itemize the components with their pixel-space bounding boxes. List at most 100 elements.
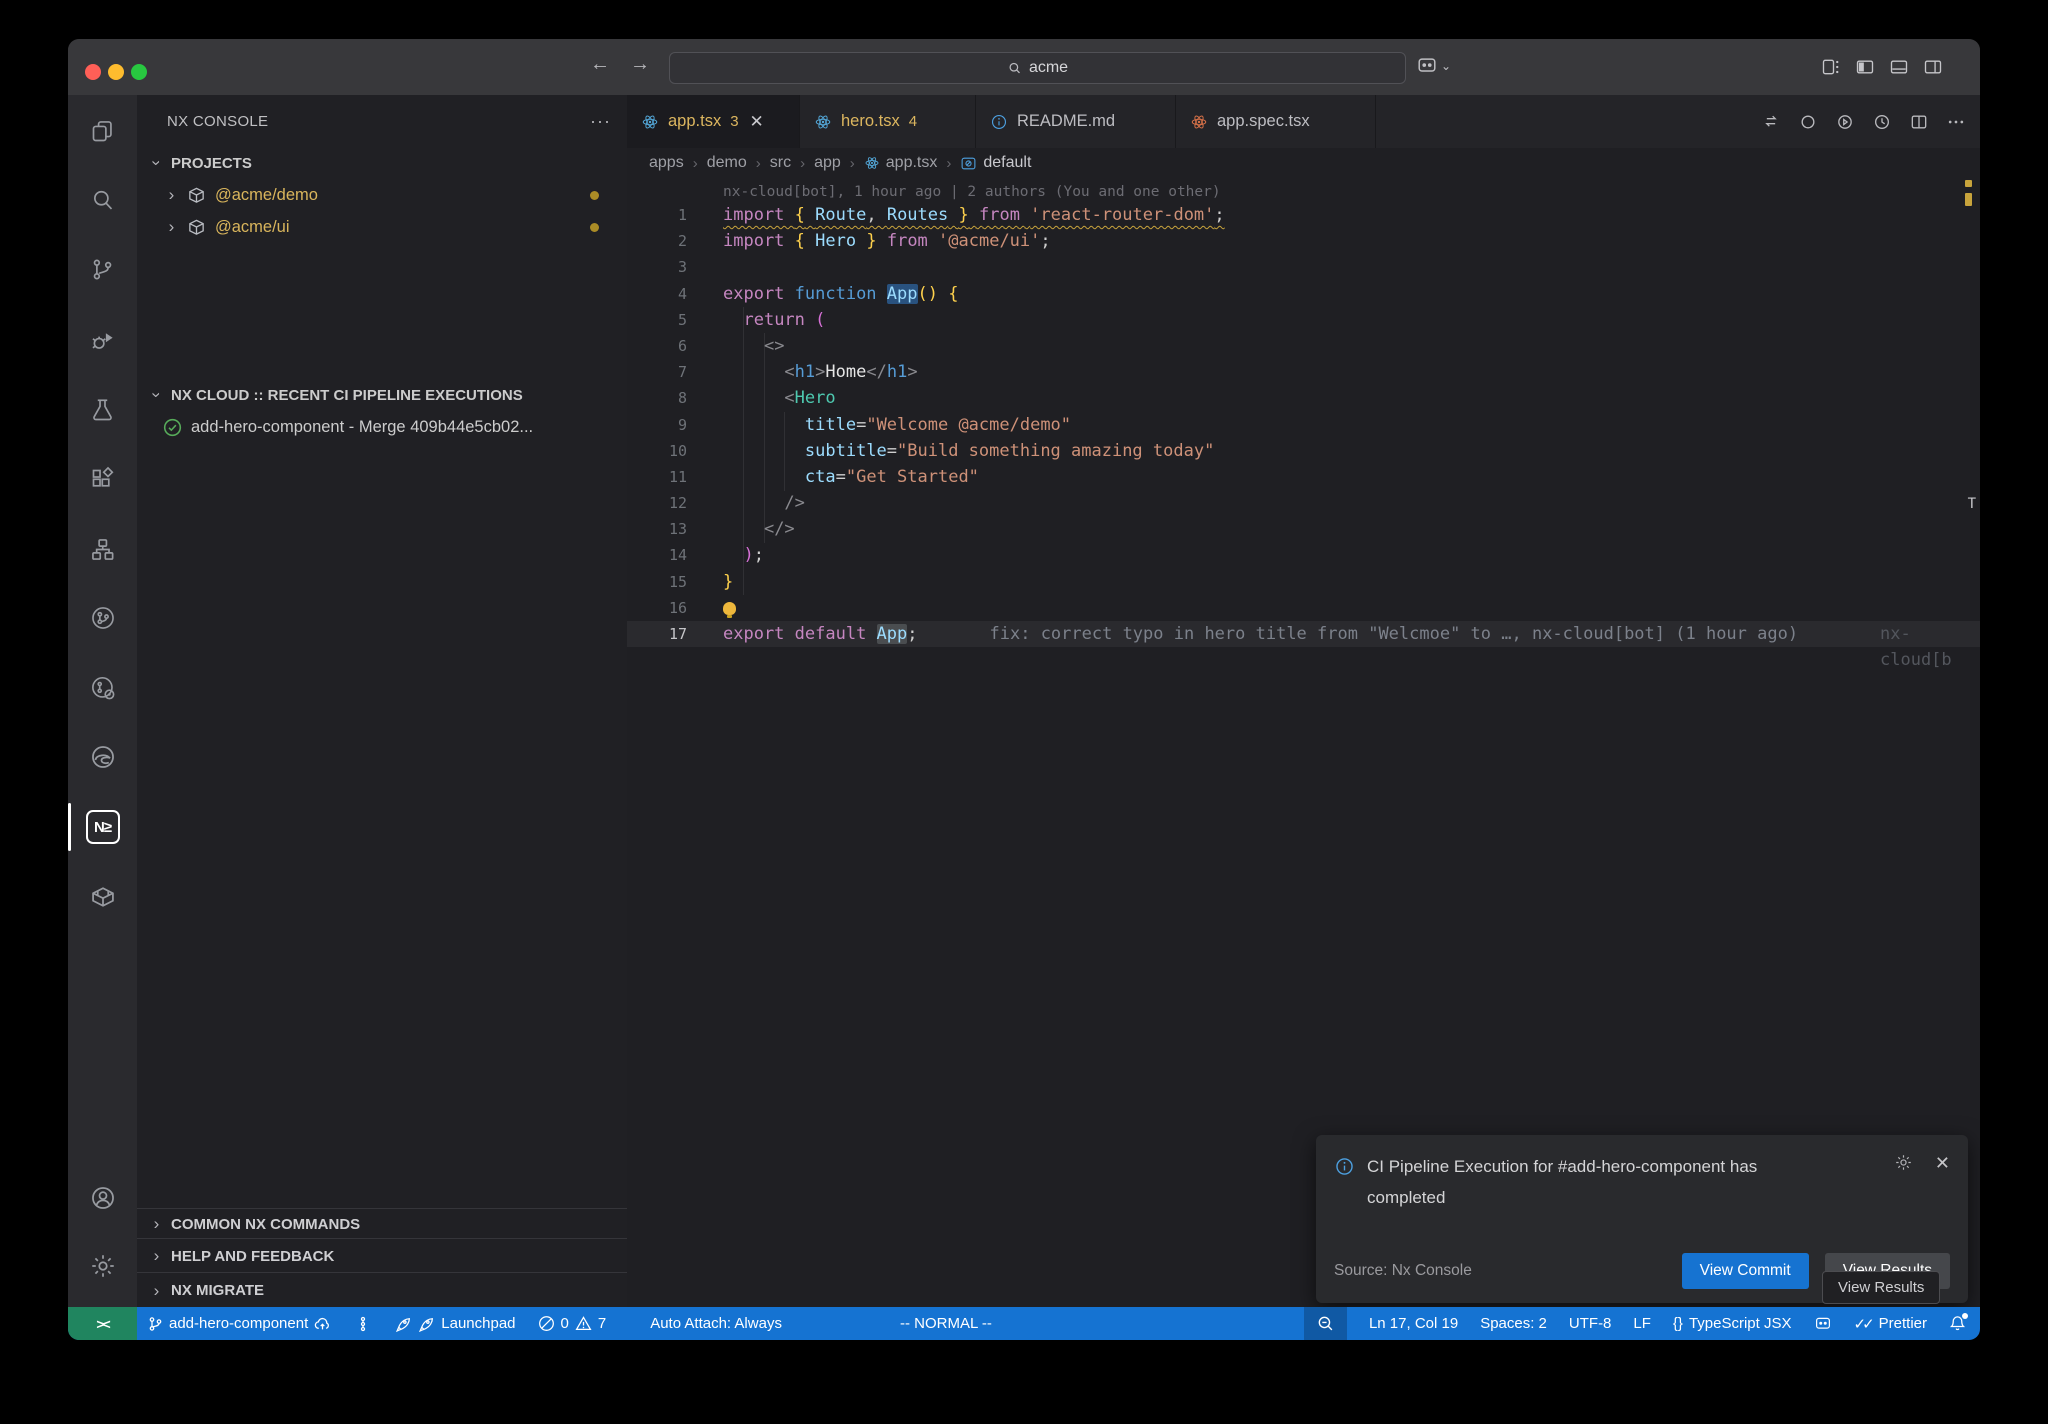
code-line-5[interactable]: 5 return ( (627, 307, 1980, 333)
code-line-3[interactable]: 3 (627, 254, 1980, 280)
container-icon[interactable] (68, 873, 137, 921)
launchpad-item[interactable]: Launchpad (395, 1315, 515, 1332)
info-icon (1334, 1156, 1355, 1177)
remote-tunnel-item[interactable] (1814, 1315, 1832, 1333)
code-line-1[interactable]: 1import { Route, Routes } from 'react-ro… (627, 202, 1980, 228)
tab-app-spec-tsx[interactable]: app.spec.tsx (1176, 95, 1376, 148)
breadcrumb-src[interactable]: src (770, 154, 791, 172)
breadcrumb-app-tsx[interactable]: app.tsx (864, 154, 938, 172)
tab-problem-badge: 3 (730, 113, 738, 130)
testing-icon[interactable] (68, 385, 137, 433)
run-circle-icon[interactable] (1835, 112, 1855, 132)
lightbulb-icon[interactable] (723, 602, 736, 615)
settings-gear-icon[interactable] (68, 1242, 137, 1290)
indentation-item[interactable]: Spaces: 2 (1480, 1315, 1547, 1332)
line-number: 13 (627, 516, 687, 542)
code-line-16[interactable]: 16 (627, 595, 1980, 621)
tab-readme-md[interactable]: README.md (976, 95, 1176, 148)
remote-connect-indicator[interactable]: >< (68, 1307, 137, 1340)
code-line-11[interactable]: 11 cta="Get Started" (627, 464, 1980, 490)
line-content: <Hero (723, 385, 836, 411)
git-graph-item[interactable] (355, 1316, 371, 1332)
nx-console-icon[interactable]: N≥ (68, 803, 137, 851)
tab-app-tsx[interactable]: app.tsx 3 ✕ (627, 95, 800, 148)
explorer-icon[interactable] (68, 107, 137, 155)
more-actions-icon[interactable]: ··· (590, 111, 611, 132)
forward-arrow-icon[interactable]: → (626, 53, 654, 76)
git-branch-item[interactable]: add-hero-component (147, 1315, 331, 1332)
toggle-sidebar-icon[interactable] (1855, 57, 1875, 77)
prettier-item[interactable]: ✓✓ Prettier (1854, 1315, 1928, 1333)
auto-attach-item[interactable]: Auto Attach: Always (650, 1315, 782, 1332)
zoom-out-item[interactable] (1304, 1307, 1347, 1340)
code-line-6[interactable]: 6 <> (627, 333, 1980, 359)
section-nx-migrate[interactable]: › NX MIGRATE (137, 1272, 627, 1308)
breadcrumb-app[interactable]: app (814, 154, 841, 172)
source-control-icon[interactable] (68, 245, 137, 293)
circle-outline-icon[interactable] (1798, 112, 1818, 132)
more-actions-icon[interactable] (1946, 112, 1966, 132)
line-number: 11 (627, 464, 687, 490)
vim-mode-item[interactable]: -- NORMAL -- (900, 1315, 992, 1332)
section-common-nx-commands[interactable]: › COMMON NX COMMANDS (137, 1208, 627, 1239)
encoding-item[interactable]: UTF-8 (1569, 1315, 1612, 1332)
split-editor-icon[interactable] (1909, 112, 1929, 132)
command-center-search[interactable]: acme (669, 52, 1406, 84)
language-mode-item[interactable]: {} TypeScript JSX (1673, 1315, 1792, 1332)
line-content: return ( (723, 307, 825, 333)
project-item-acme-demo[interactable]: › @acme/demo (137, 181, 627, 209)
problems-item[interactable]: 0 7 (538, 1315, 607, 1332)
code-line-8[interactable]: 8 <Hero (627, 385, 1980, 411)
chevron-down-icon: › (147, 389, 167, 402)
code-line-17[interactable]: 17export default App;fix: correct typo i… (627, 621, 1980, 647)
gitlens-inspect-icon[interactable] (68, 664, 137, 712)
gear-icon[interactable] (1894, 1153, 1913, 1172)
code-line-14[interactable]: 14 ); (627, 542, 1980, 568)
line-content: </> (723, 516, 795, 542)
breadcrumb-apps[interactable]: apps (649, 154, 684, 172)
breadcrumb-default-symbol[interactable]: default (960, 154, 1031, 172)
code-line-4[interactable]: 4export function App() { (627, 281, 1980, 307)
code-line-9[interactable]: 9 title="Welcome @acme/demo" (627, 412, 1980, 438)
view-commit-button[interactable]: View Commit (1682, 1253, 1809, 1289)
project-hierarchy-icon[interactable] (68, 525, 137, 573)
edge-tools-icon[interactable] (68, 733, 137, 781)
warning-squiggle: import { Route, Routes } from 'react-rou… (723, 205, 1225, 225)
account-icon[interactable] (68, 1174, 137, 1222)
timeline-icon[interactable] (1872, 112, 1892, 132)
breadcrumb-demo[interactable]: demo (707, 154, 747, 172)
pipeline-execution-item[interactable]: add-hero-component - Merge 409b44e5cb02.… (137, 413, 627, 441)
cursor-position-item[interactable]: Ln 17, Col 19 (1369, 1315, 1458, 1332)
run-debug-icon[interactable] (68, 316, 137, 364)
toggle-panel-icon[interactable] (1889, 57, 1909, 77)
section-nx-cloud[interactable]: › NX CLOUD :: RECENT CI PIPELINE EXECUTI… (137, 381, 627, 409)
project-item-acme-ui[interactable]: › @acme/ui (137, 213, 627, 241)
tab-problem-badge: 4 (909, 113, 917, 130)
code-line-15[interactable]: 15} (627, 569, 1980, 595)
remote-window-button[interactable]: ⌄ (1416, 55, 1451, 77)
close-icon[interactable]: ✕ (750, 112, 764, 132)
code-line-13[interactable]: 13 </> (627, 516, 1980, 542)
indent-guide (784, 412, 785, 491)
close-icon[interactable]: ✕ (1935, 1153, 1950, 1174)
section-projects[interactable]: › PROJECTS (137, 149, 627, 177)
back-arrow-icon[interactable]: ← (586, 53, 614, 76)
extensions-icon[interactable] (68, 455, 137, 503)
compare-changes-icon[interactable] (1761, 112, 1781, 132)
toggle-secondary-sidebar-icon[interactable] (1923, 57, 1943, 77)
section-help-and-feedback[interactable]: › HELP AND FEEDBACK (137, 1238, 627, 1273)
code-line-7[interactable]: 7 <h1>Home</h1> (627, 359, 1980, 385)
code-line-2[interactable]: 2import { Hero } from '@acme/ui'; (627, 228, 1980, 254)
minimize-window-button[interactable] (108, 64, 124, 80)
tab-hero-tsx[interactable]: hero.tsx 4 (800, 95, 976, 148)
code-line-10[interactable]: 10 subtitle="Build something amazing tod… (627, 438, 1980, 464)
search-icon[interactable] (68, 176, 137, 224)
eol-item[interactable]: LF (1633, 1315, 1651, 1332)
code-line-12[interactable]: 12 /> (627, 490, 1980, 516)
maximize-window-button[interactable] (131, 64, 147, 80)
notifications-bell-item[interactable] (1949, 1315, 1966, 1332)
git-graph-icon[interactable] (68, 594, 137, 642)
close-window-button[interactable] (85, 64, 101, 80)
customize-layout-icon[interactable] (1821, 57, 1841, 77)
chevron-right-icon: › (150, 1281, 163, 1301)
